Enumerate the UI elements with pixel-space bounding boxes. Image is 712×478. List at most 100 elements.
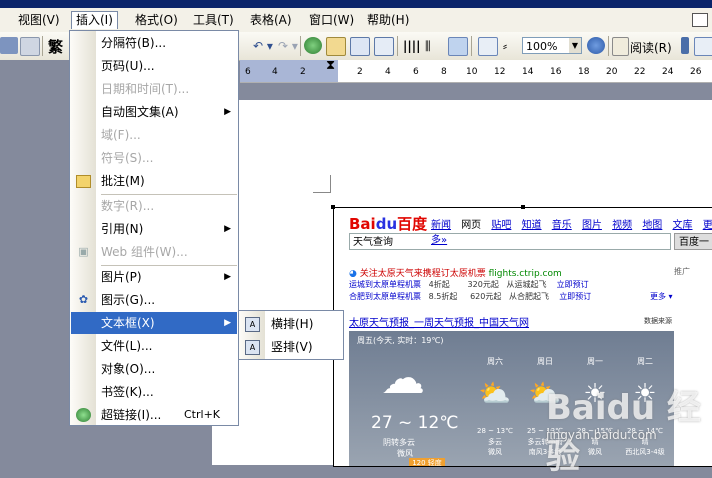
horizontal-textbox-icon: A: [245, 317, 260, 332]
format-toolbar-icon[interactable]: [694, 37, 712, 56]
nav-link[interactable]: 新闻: [431, 220, 451, 231]
nav-link[interactable]: 地图: [642, 220, 662, 231]
weather-result-title[interactable]: 太原天气预报_一周天气预报_中国天气网: [349, 314, 529, 329]
help-icon[interactable]: [587, 37, 605, 54]
ruler-tick: 18: [578, 67, 590, 77]
menu-item-diagram[interactable]: ✿ 图示(G)...: [71, 289, 237, 311]
print-preview-icon[interactable]: [20, 37, 40, 56]
menu-item-autotext[interactable]: 自动图文集(A) ▶: [71, 101, 237, 123]
nav-link[interactable]: 文库: [673, 220, 693, 231]
menu-insert[interactable]: 插入(I): [71, 11, 118, 29]
drawing-icon[interactable]: ⫼: [425, 39, 431, 54]
web-component-icon: ▣: [78, 245, 89, 258]
submenu-arrow-icon: ▶: [224, 224, 231, 234]
columns-icon[interactable]: ||||: [403, 39, 421, 53]
menu-format[interactable]: 格式(O): [131, 12, 182, 29]
hyperlink-icon: [76, 408, 91, 422]
submenu-arrow-icon: ▶: [224, 107, 231, 117]
menu-help[interactable]: 帮助(H): [363, 12, 413, 29]
menu-window[interactable]: 窗口(W): [305, 12, 358, 29]
ruler-tick: 8: [441, 67, 447, 77]
menu-view[interactable]: 视图(V): [14, 12, 64, 29]
menu-item-bookmark[interactable]: 书签(K)...: [71, 381, 237, 403]
menu-item-web-component[interactable]: ▣ Web 组件(W)...: [71, 241, 237, 263]
menu-item-vertical[interactable]: A 竖排(V): [240, 336, 342, 358]
menu-item-number[interactable]: 数字(R)...: [71, 195, 237, 217]
left-pane: [0, 60, 70, 465]
ruler-tick: 20: [606, 67, 618, 77]
ruler-margin: [240, 60, 338, 82]
menu-item-reference[interactable]: 引用(N) ▶: [71, 218, 237, 240]
menu-item-hyperlink[interactable]: 超链接(I)... Ctrl+K: [71, 404, 237, 426]
document-map-icon[interactable]: [448, 37, 468, 56]
submenu-arrow-icon: ▶: [224, 272, 231, 282]
read-icon[interactable]: [612, 37, 629, 56]
menu-table[interactable]: 表格(A): [246, 12, 296, 29]
forecast-wind: 微风: [488, 448, 502, 456]
menu-tools[interactable]: 工具(T): [189, 12, 238, 29]
toolbar-separator: [42, 36, 43, 56]
comment-icon: [76, 175, 91, 188]
today-temperature: 27 ~ 12℃: [371, 413, 459, 433]
menu-item-picture[interactable]: 图片(P) ▶: [71, 266, 237, 288]
resize-handle[interactable]: [521, 205, 525, 209]
forecast-temp: 28 ~ 13℃: [477, 427, 513, 435]
print-icon[interactable]: [0, 37, 18, 54]
hyperlink-icon[interactable]: [304, 37, 322, 54]
nav-link[interactable]: 音乐: [552, 220, 572, 231]
web-search-button[interactable]: 百度一: [674, 233, 712, 250]
cloud-icon: ☁: [381, 353, 425, 404]
menu-item-horizontal[interactable]: A 横排(H): [240, 313, 342, 335]
nav-link[interactable]: 贴吧: [491, 220, 511, 231]
crop-mark: [330, 175, 331, 193]
crop-mark: [313, 192, 331, 193]
menu-item-object[interactable]: 对象(O)...: [71, 358, 237, 380]
read-mode-button[interactable]: 阅读(R): [630, 39, 672, 56]
forecast-day: 周二: [637, 357, 653, 366]
menu-item-file[interactable]: 文件(L)...: [71, 335, 237, 357]
shortcut-label: Ctrl+K: [184, 408, 221, 421]
menu-item-textbox[interactable]: 文本框(X) ▶: [71, 312, 237, 334]
web-search-input[interactable]: 天气查询: [349, 233, 671, 250]
redo-icon[interactable]: ↷ ▾: [278, 39, 298, 53]
ruler-tick: 2: [300, 67, 306, 77]
nav-link[interactable]: 知道: [522, 220, 542, 231]
ruler-tick: 24: [662, 67, 674, 77]
menu-item-comment[interactable]: 批注(M): [71, 170, 237, 192]
today-description: 阴转多云: [383, 438, 415, 447]
baidu-logo: Baidu百度: [349, 215, 428, 233]
ruler-tick: 12: [494, 67, 506, 77]
diagram-icon: ✿: [78, 293, 89, 306]
ad-title[interactable]: ◕ 关注太原天气来携程订太原机票 flights.ctrip.com: [349, 266, 562, 279]
menu-item-field[interactable]: 域(F)...: [71, 124, 237, 146]
ruler-tick: 26: [690, 67, 702, 77]
menu-item-break[interactable]: 分隔符(B)...: [71, 32, 237, 54]
traditional-chinese-button[interactable]: 繁: [48, 36, 63, 57]
tables-and-borders-icon[interactable]: [326, 37, 346, 56]
ruler-tick: 6: [413, 67, 419, 77]
ad-row: 运城到太原单程机票 4折起 320元起 从运城起飞 立即预订: [349, 280, 589, 289]
ruler-tick: 4: [385, 67, 391, 77]
restore-window-icon[interactable]: [692, 13, 708, 27]
toolbar-separator: [397, 36, 398, 56]
ruler-tick: 22: [634, 67, 646, 77]
show-hide-icon[interactable]: [478, 37, 498, 56]
nav-link-current[interactable]: 网页: [461, 220, 481, 231]
nav-link[interactable]: 视频: [612, 220, 632, 231]
menu-item-date-time[interactable]: 日期和时间(T)...: [71, 78, 237, 100]
nav-link[interactable]: 图片: [582, 220, 602, 231]
zoom-combo[interactable]: 100% ▼: [522, 37, 582, 54]
insert-excel-icon[interactable]: [374, 37, 394, 56]
indent-marker-icon[interactable]: ⧗: [326, 59, 335, 72]
ruler-tick: 4: [272, 67, 278, 77]
undo-icon[interactable]: ↶ ▾: [253, 39, 273, 53]
paragraph-mark-icon[interactable]: ⸗: [503, 39, 507, 53]
chevron-down-icon[interactable]: ▼: [569, 38, 581, 53]
menu-item-page-numbers[interactable]: 页码(U)...: [71, 55, 237, 77]
ad-more-link[interactable]: 更多 ▾: [650, 291, 673, 302]
toolbar-options-icon[interactable]: [681, 37, 689, 54]
resize-handle[interactable]: [331, 205, 335, 209]
insert-table-icon[interactable]: [350, 37, 370, 56]
menu-item-symbol[interactable]: 符号(S)...: [71, 147, 237, 169]
toolbar-separator: [608, 36, 609, 56]
